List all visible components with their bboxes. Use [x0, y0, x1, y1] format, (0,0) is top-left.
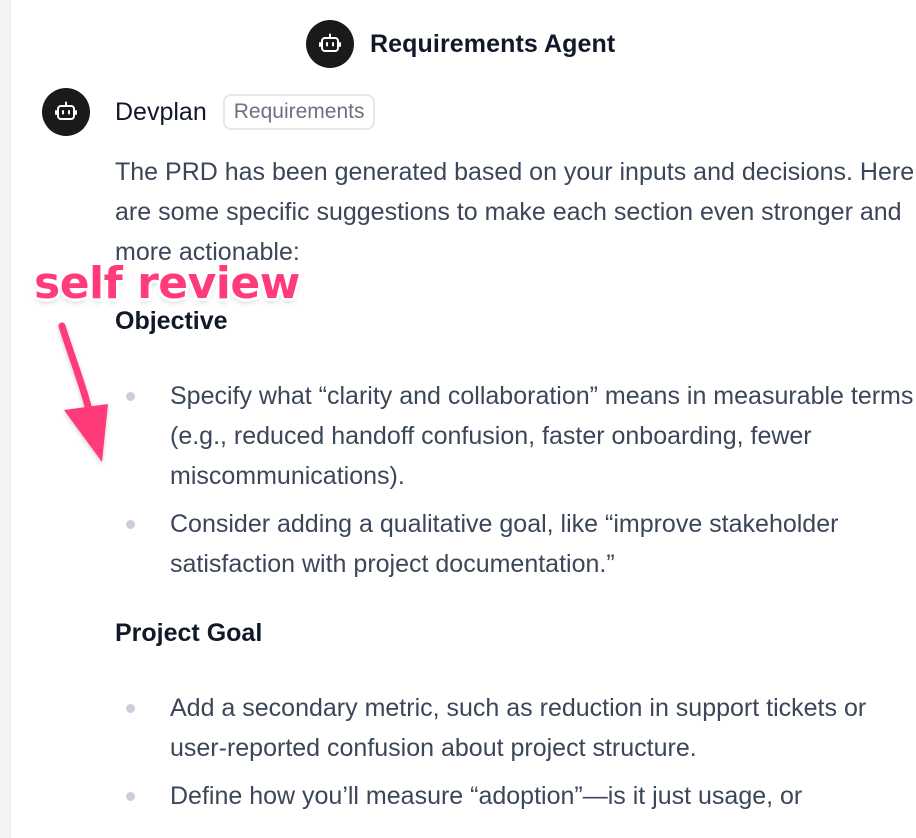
bullet-dot: [126, 704, 135, 713]
bullet-dot: [126, 792, 135, 801]
agent-header: Requirements Agent: [306, 20, 615, 68]
list-item: Consider adding a qualitative goal, like…: [115, 504, 915, 584]
section-heading-objective: Objective: [115, 307, 228, 335]
sender-name: Devplan: [115, 97, 207, 126]
bullet-dot: [126, 392, 135, 401]
requirements-tag: Requirements: [222, 94, 376, 130]
agent-title: Requirements Agent: [370, 29, 616, 58]
objective-bullets: Specify what “clarity and collaboration”…: [115, 376, 915, 592]
robot-icon: [42, 88, 90, 136]
robot-icon: [306, 20, 354, 68]
intro-text: The PRD has been generated based on your…: [115, 158, 915, 266]
list-item: Add a secondary metric, such as reductio…: [115, 688, 915, 768]
message-body: The PRD has been generated based on your…: [115, 152, 915, 272]
message-header: Devplan Requirements: [115, 93, 376, 131]
bullet-text: Add a secondary metric, such as reductio…: [170, 694, 867, 762]
bullet-text: Specify what “clarity and collaboration”…: [170, 382, 914, 490]
self-review-annotation: self review: [34, 258, 300, 309]
panel-left-border: [0, 0, 11, 838]
list-item: Specify what “clarity and collaboration”…: [115, 376, 915, 496]
section-heading-project-goal: Project Goal: [115, 619, 263, 647]
annotation-arrow-icon: [58, 322, 108, 462]
bullet-dot: [126, 520, 135, 529]
bullet-text: Define how you’ll measure “adoption”—is …: [170, 782, 803, 810]
project-goal-bullets: Add a secondary metric, such as reductio…: [115, 688, 915, 824]
bullet-text: Consider adding a qualitative goal, like…: [170, 510, 839, 578]
list-item: Define how you’ll measure “adoption”—is …: [115, 776, 915, 816]
